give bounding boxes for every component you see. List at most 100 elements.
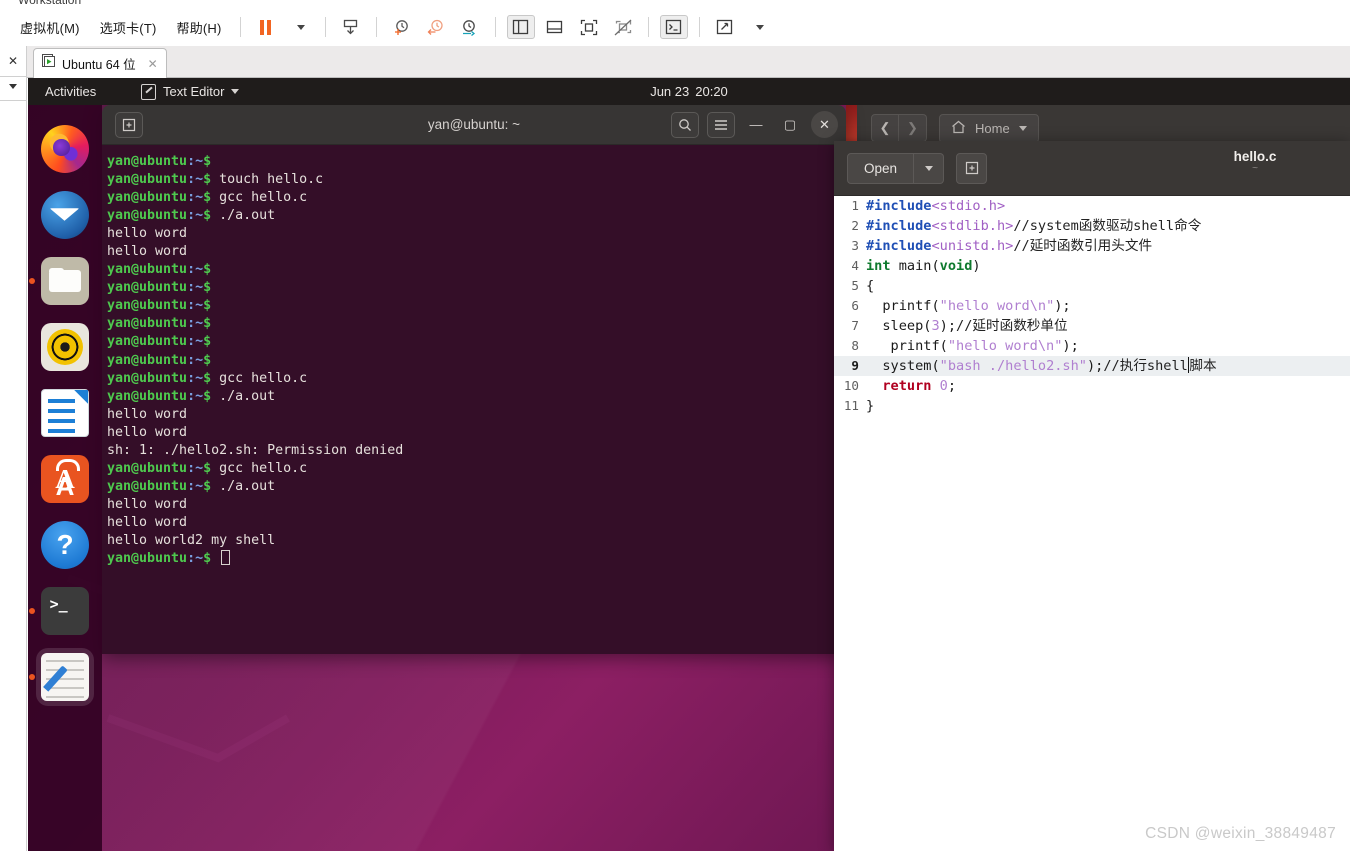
code-line[interactable]: 1 #include<stdio.h> — [834, 196, 1350, 216]
code-line[interactable]: 8 printf("hello word\n"); — [834, 336, 1350, 356]
close-button[interactable]: ✕ — [811, 111, 838, 138]
code-token: printf( — [866, 298, 940, 314]
gedit-icon — [41, 653, 89, 701]
watermark: CSDN @weixin_38849487 — [1145, 825, 1336, 842]
menu-virtual-machine[interactable]: 虚拟机(M) — [10, 14, 90, 41]
prompt-user: yan@ubuntu — [107, 478, 188, 494]
code-token: printf( — [866, 338, 948, 354]
code-token: //执行shell — [1103, 358, 1188, 374]
firefox-icon — [41, 125, 89, 173]
code-text: int main(void) — [866, 256, 981, 276]
code-token: ) — [972, 258, 981, 274]
forward-button[interactable]: ❯ — [899, 114, 927, 142]
code-text: system("bash ./hello2.sh");//执行shell 脚本 — [866, 356, 1217, 376]
prompt-path: :~ — [187, 460, 204, 476]
toolbar-divider — [494, 17, 496, 37]
line-number: 11 — [843, 398, 859, 413]
dock-item-ubuntu-software[interactable]: A — [36, 450, 94, 508]
prompt-symbol: $ — [203, 388, 212, 404]
prompt-path: :~ — [187, 334, 204, 350]
line-number: 1 — [851, 198, 859, 213]
open-button[interactable]: Open — [847, 152, 915, 184]
dock-item-files[interactable] — [29, 252, 94, 310]
nav-buttons: chevron-left-icon❮ ❯ — [871, 114, 927, 142]
code-line[interactable]: 6 printf("hello word\n"); — [834, 296, 1350, 316]
terminal-lines: yan@ubuntu:~$ yan@ubuntu:~$ touch hello.c… — [107, 153, 846, 568]
code-text: #include<stdio.h> — [866, 196, 1005, 216]
code-line[interactable]: 11} — [834, 396, 1350, 416]
gedit-editor[interactable]: 1 #include<stdio.h> 2 #include<stdlib.h>//s… — [834, 196, 1350, 851]
prompt-user: yan@ubuntu — [107, 551, 188, 567]
console-icon[interactable] — [659, 15, 688, 39]
code-token: ); — [1062, 338, 1079, 354]
dock-item-terminal[interactable]: >_ — [29, 582, 94, 640]
code-line[interactable]: 4 int main(void) — [834, 256, 1350, 276]
search-button[interactable] — [671, 111, 699, 138]
dropdown-caret-icon[interactable] — [286, 15, 314, 39]
prompt-user: yan@ubuntu — [107, 352, 188, 368]
dock-item-help[interactable]: ? — [36, 516, 94, 574]
sidebar-divider — [0, 76, 27, 77]
code-line[interactable]: 10 return 0; — [834, 376, 1350, 396]
terminal-cursor — [221, 550, 231, 566]
menu-tabs[interactable]: 选项卡(T) — [90, 14, 167, 41]
code-line[interactable]: 5{ — [834, 276, 1350, 296]
maximize-button[interactable]: ▢ — [777, 112, 803, 138]
open-dropdown-button[interactable] — [914, 152, 945, 184]
menu-help[interactable]: 帮助(H) — [167, 14, 232, 41]
dock-item-firefox[interactable] — [36, 120, 94, 178]
code-text: { — [866, 276, 874, 296]
dock-item-text-editor[interactable] — [29, 648, 94, 706]
prompt-user: yan@ubuntu — [107, 460, 188, 476]
sidebar-caret-icon[interactable] — [9, 84, 17, 89]
show-library-icon[interactable] — [506, 15, 535, 39]
code-token: 脚本 — [1189, 358, 1217, 374]
software-icon: A — [41, 455, 89, 503]
terminal-output-line: sh: 1: ./hello2.sh: Permission denied — [107, 442, 846, 460]
snapshot-manager-icon[interactable] — [456, 15, 484, 39]
terminal-command: touch hello.c — [211, 172, 324, 188]
terminal-command: ./a.out — [211, 208, 276, 224]
new-document-button[interactable] — [956, 152, 988, 184]
terminal-prompt-line: yan@ubuntu:~$ ./a.out — [107, 388, 846, 406]
take-snapshot-icon[interactable] — [388, 15, 416, 39]
code-line[interactable]: 3 #include<unistd.h>//延时函数引用头文件 — [834, 236, 1350, 256]
pause-icon[interactable] — [252, 15, 280, 39]
code-line[interactable]: 7 sleep(3);//延时函数秒单位 — [834, 316, 1350, 336]
vm-tab-close-icon[interactable]: ✕ — [148, 57, 158, 71]
ubuntu-topbar: Jun 23 20:20 Activities Text Editor — [28, 78, 1350, 105]
vm-tab-ubuntu[interactable]: Ubuntu 64 位 ✕ — [33, 48, 167, 78]
stretch-caret-icon[interactable] — [745, 15, 773, 39]
terminal-text: hello word — [107, 496, 188, 512]
code-line[interactable]: 2 #include<stdlib.h>//system函数驱动shell命令 — [834, 216, 1350, 236]
dock-item-libreoffice-writer[interactable] — [36, 384, 94, 442]
code-token: sleep( — [866, 318, 932, 334]
terminal-output[interactable]: yan@ubuntu:~$ yan@ubuntu:~$ touch hello.c… — [102, 145, 846, 654]
chevron-down-icon — [924, 165, 933, 171]
code-text: printf("hello word\n"); — [866, 296, 1070, 316]
code-token: #include — [866, 218, 932, 234]
hamburger-menu-button[interactable] — [707, 111, 735, 138]
unity-mode-icon[interactable] — [609, 15, 637, 39]
revert-snapshot-icon[interactable] — [422, 15, 450, 39]
code-token: 0 — [939, 378, 948, 394]
full-screen-icon[interactable] — [575, 15, 603, 39]
location-breadcrumb[interactable]: Home — [939, 113, 1039, 143]
prompt-path: :~ — [187, 478, 204, 494]
app-menu[interactable]: Text Editor — [141, 83, 240, 100]
code-area[interactable]: 1 #include<stdio.h> 2 #include<stdlib.h>//s… — [834, 196, 1350, 416]
dock-item-thunderbird[interactable] — [36, 186, 94, 244]
show-thumbnails-icon[interactable] — [541, 15, 569, 39]
stretch-icon[interactable] — [711, 15, 739, 39]
app-menu-label: Text Editor — [163, 84, 225, 99]
code-line[interactable]: 9 system("bash ./hello2.sh");//执行shell 脚本 — [834, 356, 1350, 376]
terminal-icon: >_ — [41, 587, 89, 635]
toolbar-divider — [647, 17, 649, 37]
dock-item-rhythmbox[interactable] — [36, 318, 94, 376]
back-button[interactable]: chevron-left-icon❮ — [871, 114, 899, 142]
sidebar-close-icon[interactable]: ✕ — [8, 54, 18, 68]
code-text: return 0; — [866, 376, 956, 396]
snapshot-icon[interactable] — [337, 15, 365, 39]
minimize-button[interactable]: — — [743, 112, 769, 138]
